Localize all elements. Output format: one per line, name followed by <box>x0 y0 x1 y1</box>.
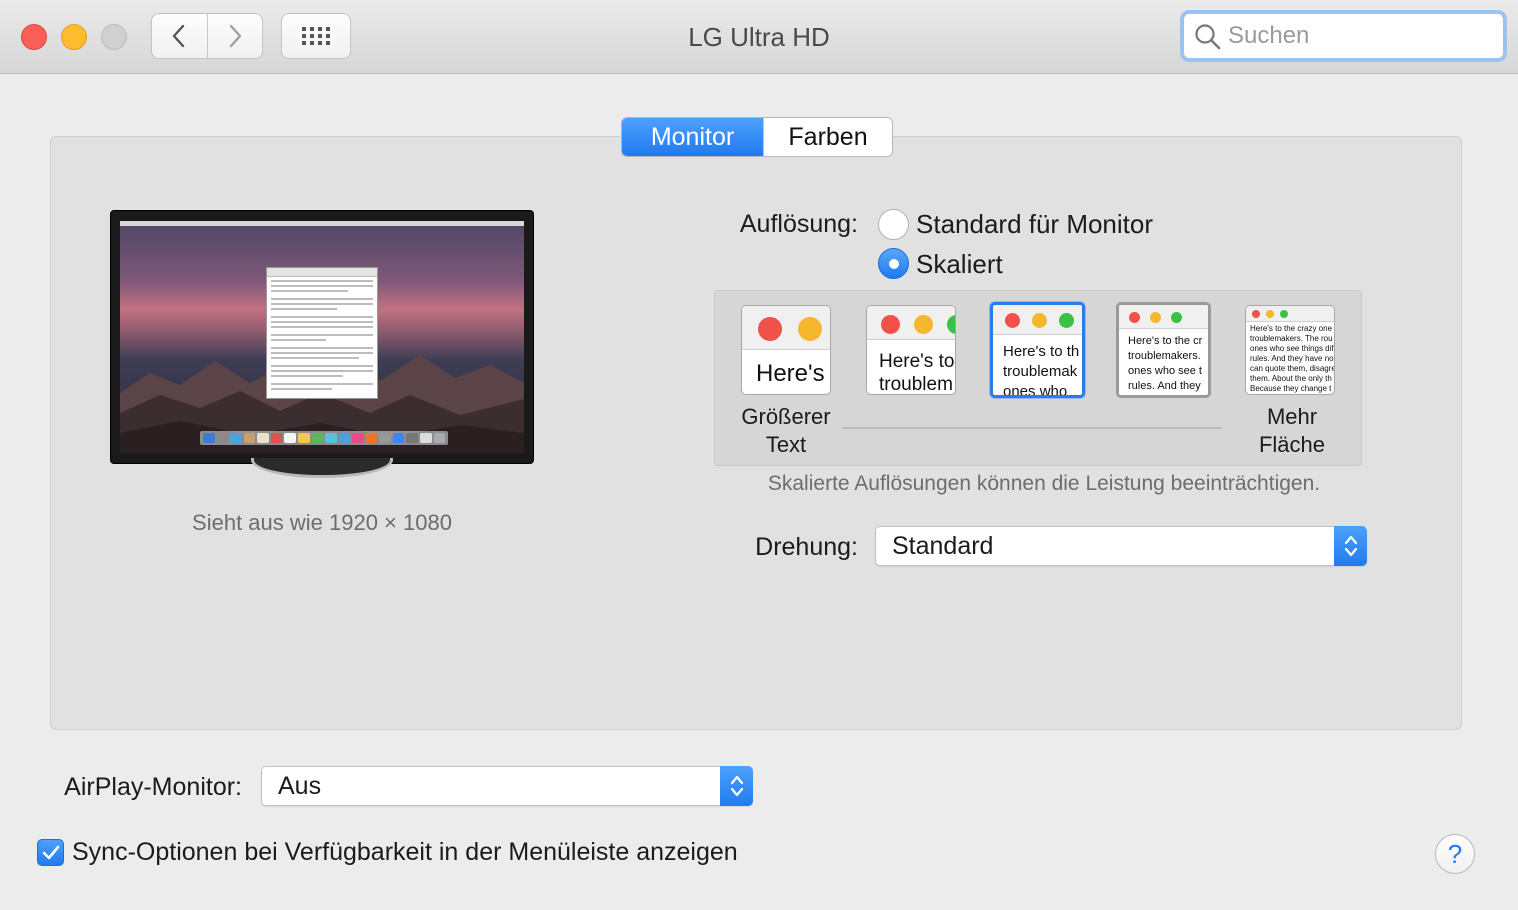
scale-option-5[interactable]: Here's to the crazy one troublemakers. T… <box>1245 305 1335 395</box>
airplay-select[interactable]: Aus <box>261 766 753 806</box>
looks-like-resolution: Sieht aus wie 1920 × 1080 <box>192 510 452 535</box>
help-button[interactable]: ? <box>1435 834 1475 874</box>
scale-option-5-line-6: them. About the only th <box>1250 374 1332 383</box>
larger-text-line-1: Größerer <box>741 404 831 429</box>
more-space-label: Mehr Fläche <box>1240 403 1344 459</box>
scale-option-3-line-3: ones who <box>1003 383 1068 398</box>
radio-standard-for-monitor-label[interactable]: Standard für Monitor <box>916 209 1153 240</box>
show-all-button[interactable] <box>281 13 351 59</box>
radio-scaled-label[interactable]: Skaliert <box>916 249 1003 280</box>
tab-farben[interactable]: Farben <box>763 118 892 156</box>
scale-option-2-line-1: Here's to <box>879 351 955 372</box>
title-bar: LG Ultra HD <box>0 0 1518 74</box>
radio-scaled[interactable] <box>878 248 909 279</box>
scale-option-4-line-3: ones who see t <box>1128 365 1202 377</box>
sync-options-label[interactable]: Sync-Optionen bei Verfügbarkeit in der M… <box>72 838 738 867</box>
scale-option-5-line-2: troublemakers. The rou <box>1250 334 1333 343</box>
rotation-label: Drehung: <box>755 533 858 561</box>
tab-monitor[interactable]: Monitor <box>622 118 763 156</box>
search-field[interactable] <box>1180 10 1507 62</box>
sync-options-checkbox[interactable] <box>37 839 64 866</box>
scale-option-4[interactable]: Here's to the cr troublemakers. ones who… <box>1116 302 1211 398</box>
airplay-label: AirPlay-Monitor: <box>64 773 242 801</box>
tab-bar: Monitor Farben <box>621 117 893 157</box>
scale-option-5-line-5: can quote them, disagre <box>1250 364 1335 373</box>
radio-standard-for-monitor[interactable] <box>878 209 909 240</box>
navigation-buttons <box>151 13 263 59</box>
forward-button[interactable] <box>206 14 263 58</box>
performance-note: Skalierte Auflösungen können die Leistun… <box>767 472 1321 495</box>
scale-option-3[interactable]: Here's to th troublemak ones who <box>990 302 1085 398</box>
preview-dock <box>200 431 448 445</box>
rotation-stepper[interactable] <box>1334 526 1367 566</box>
scale-option-3-line-2: troublemak <box>1003 363 1078 380</box>
checkmark-icon <box>42 845 59 859</box>
more-space-line-2: Fläche <box>1258 432 1326 457</box>
scale-option-4-line-2: troublemakers. <box>1128 350 1201 362</box>
scale-slider-track <box>842 427 1222 429</box>
monitor-preview-image <box>110 210 534 464</box>
scale-option-3-line-1: Here's to th <box>1003 343 1080 360</box>
scale-option-4-line-1: Here's to the cr <box>1128 335 1203 347</box>
scale-option-5-line-3: ones who see things dif <box>1250 344 1334 353</box>
larger-text-label: Größerer Text <box>731 403 841 459</box>
forward-chevron-icon <box>229 24 241 48</box>
scale-option-1[interactable]: Here's <box>741 305 831 395</box>
airplay-stepper[interactable] <box>720 766 753 806</box>
scale-option-5-line-7: Because they change t <box>1250 384 1332 393</box>
back-button[interactable] <box>152 14 207 58</box>
rotation-select[interactable]: Standard <box>875 526 1367 566</box>
stepper-icon <box>1344 535 1357 557</box>
resolution-label: Auflösung: <box>739 210 858 238</box>
minimize-button[interactable] <box>61 24 87 50</box>
zoom-button <box>101 24 127 50</box>
more-space-line-1: Mehr <box>1266 404 1318 429</box>
larger-text-line-2: Text <box>765 432 807 457</box>
scale-option-2[interactable]: Here's to troublem <box>866 305 956 395</box>
search-icon <box>1195 24 1221 50</box>
grid-icon <box>302 27 330 45</box>
airplay-select-value: Aus <box>278 772 322 800</box>
scale-option-2-line-2: troublem <box>879 374 953 395</box>
scale-option-5-line-4: rules. And they have no <box>1250 354 1334 363</box>
search-input[interactable] <box>1228 20 1498 52</box>
scale-option-1-text: Here's <box>756 360 825 387</box>
monitor-preview-screen <box>120 221 524 453</box>
preview-document-window <box>266 267 378 399</box>
rotation-select-value: Standard <box>892 532 994 560</box>
scale-option-4-line-4: rules. And they <box>1128 380 1201 392</box>
back-chevron-icon <box>173 24 185 48</box>
stepper-icon <box>730 775 743 797</box>
close-button[interactable] <box>21 24 47 50</box>
preview-menubar <box>120 221 524 226</box>
scale-option-5-line-1: Here's to the crazy one <box>1250 324 1333 333</box>
